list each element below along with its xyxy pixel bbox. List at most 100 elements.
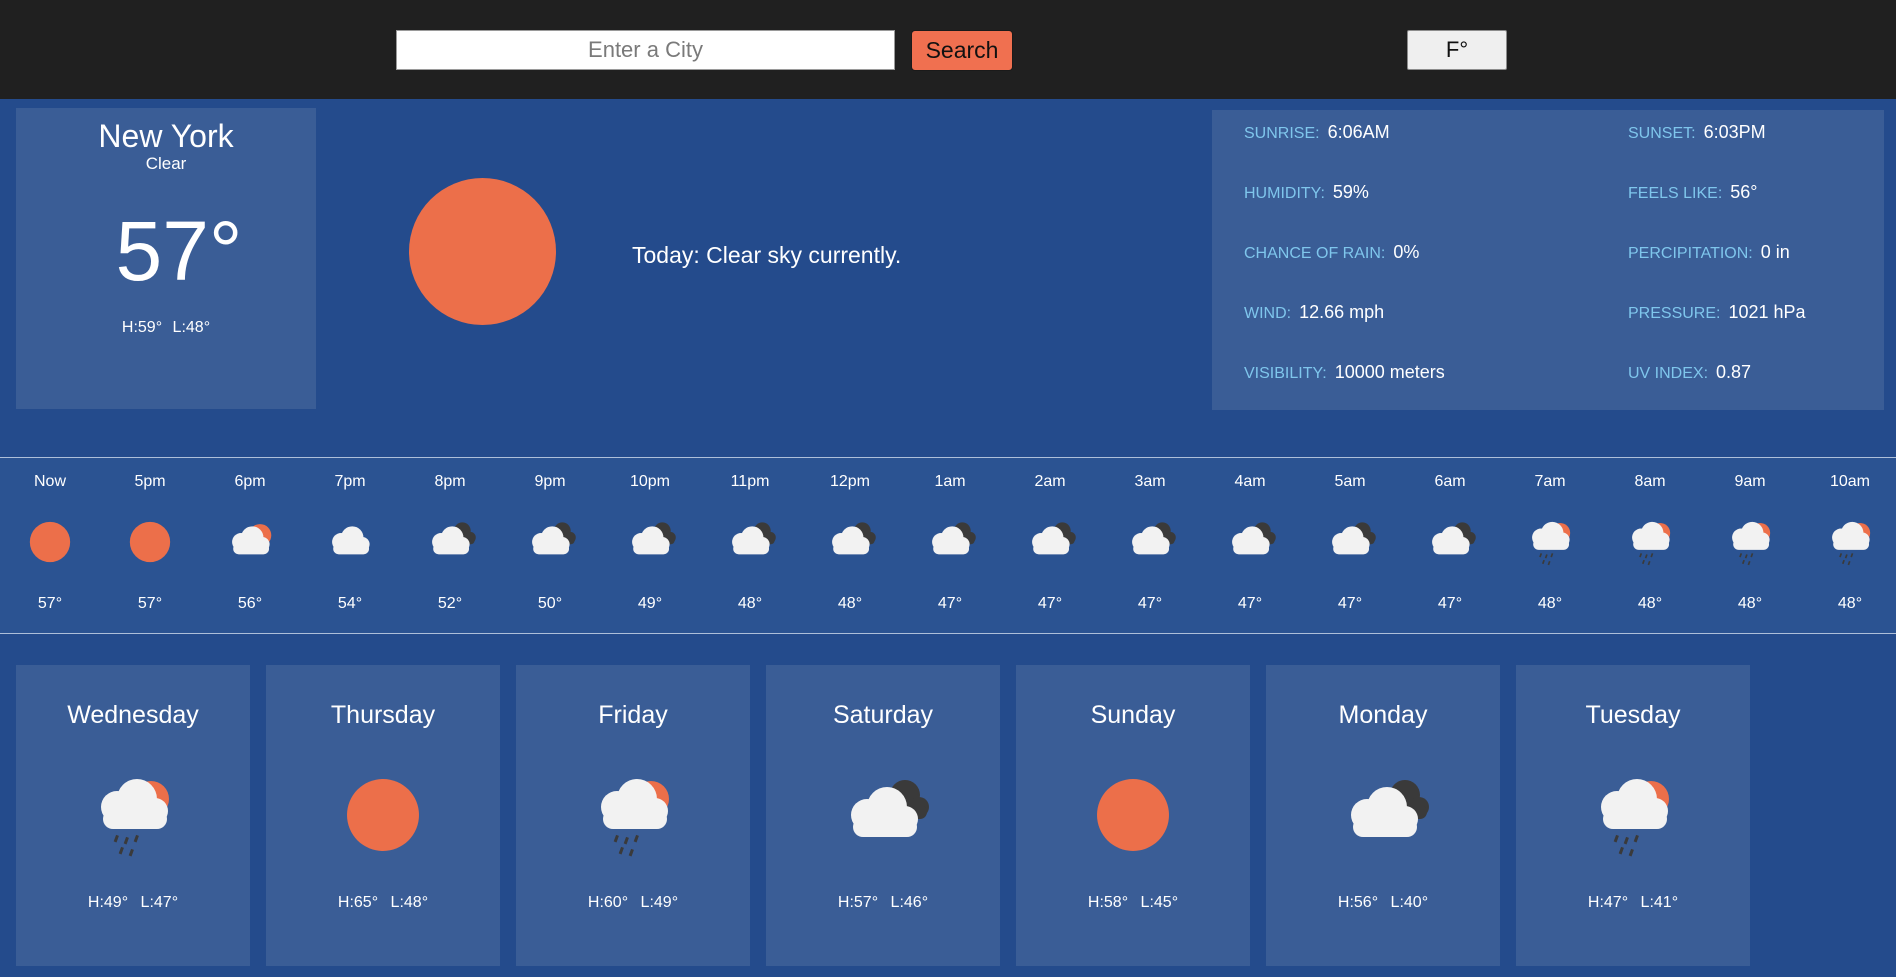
day-low: L:48° (390, 894, 429, 911)
detail-value: 10000 meters (1334, 362, 1445, 382)
hour-label: 3am (1134, 473, 1166, 490)
hourly-item: 4am 47° (1200, 458, 1300, 635)
day-high: H:49° (87, 894, 129, 911)
hour-label: 6pm (234, 473, 266, 490)
hourly-item: 6am 47° (1400, 458, 1500, 635)
hourly-item: 9pm 50° (500, 458, 600, 635)
sun-icon (22, 514, 78, 570)
day-high-low: H:60° L:49° (516, 894, 750, 912)
hour-temp: 48° (1637, 595, 1663, 612)
sun-rain-icon (1722, 514, 1778, 570)
detail-value: 12.66 mph (1299, 302, 1385, 322)
day-high: H:58° (1087, 894, 1129, 911)
hour-label: 7am (1534, 473, 1566, 490)
hour-temp: 48° (1737, 595, 1763, 612)
overcast-icon (1022, 514, 1078, 570)
detail-sunrise: SUNRISE: 6:06AM (1244, 122, 1390, 143)
detail-chance-of-rain: CHANCE OF RAIN: 0% (1244, 242, 1419, 263)
day-card-monday: Monday H:56° L:40° (1266, 665, 1500, 966)
day-name: Wednesday (67, 701, 199, 729)
sun-rain-icon (1583, 765, 1683, 865)
sun-icon (122, 514, 178, 570)
hourly-item: 8pm 52° (400, 458, 500, 635)
day-high-low: H:56° L:40° (1266, 894, 1500, 912)
detail-label: VISIBILITY: (1244, 365, 1327, 382)
city-search-input[interactable] (396, 30, 895, 70)
detail-label: UV INDEX: (1628, 365, 1709, 382)
detail-feels-like: FEELS LIKE: 56° (1628, 182, 1758, 203)
hour-label: 7pm (334, 473, 366, 490)
detail-percipitation: PERCIPITATION: 0 in (1628, 242, 1790, 263)
hour-temp: 47° (1337, 595, 1363, 612)
day-low: L:40° (1390, 894, 1429, 911)
hour-temp: 47° (1037, 595, 1063, 612)
hourly-item: 11pm 48° (700, 458, 800, 635)
hour-label: 8am (1634, 473, 1666, 490)
day-high: H:47° (1587, 894, 1629, 911)
detail-value: 0.87 (1716, 362, 1752, 382)
detail-value: 0% (1393, 242, 1420, 262)
unit-toggle-button[interactable]: F° (1407, 30, 1507, 70)
hour-temp: 52° (437, 595, 463, 612)
hour-label: Now (33, 473, 66, 490)
hour-temp: 48° (1537, 595, 1563, 612)
detail-value: 6:06AM (1327, 122, 1390, 142)
day-card-tuesday: Tuesday H:47° L:41° (1516, 665, 1750, 966)
overcast-icon (1322, 514, 1378, 570)
detail-label: CHANCE OF RAIN: (1244, 245, 1386, 262)
detail-label: SUNSET: (1628, 125, 1696, 142)
hour-temp: 47° (937, 595, 963, 612)
sun-icon (333, 765, 433, 865)
day-card-thursday: Thursday H:65° L:48° (266, 665, 500, 966)
hour-label: 11pm (730, 473, 770, 490)
detail-wind: WIND: 12.66 mph (1244, 302, 1384, 323)
overcast-icon (1422, 514, 1478, 570)
overcast-icon (833, 765, 933, 865)
weather-details-panel: SUNRISE: 6:06AM SUNSET: 6:03PM HUMIDITY: 59% F… (1212, 110, 1884, 410)
overcast-icon (522, 514, 578, 570)
hour-temp: 50° (537, 595, 563, 612)
sun-icon (1083, 765, 1183, 865)
day-low: L:47° (140, 894, 179, 911)
detail-label: HUMIDITY: (1244, 185, 1325, 202)
detail-label: WIND: (1244, 305, 1292, 322)
detail-uv-index: UV INDEX: 0.87 (1628, 362, 1751, 383)
day-high-low: H:65° L:48° (266, 894, 500, 912)
hour-temp: 57° (37, 595, 63, 612)
hour-temp: 48° (837, 595, 863, 612)
hourly-item: 3am 47° (1100, 458, 1200, 635)
hour-label: 5pm (134, 473, 166, 490)
overcast-icon (722, 514, 778, 570)
day-high-low: H:49° L:47° (16, 894, 250, 912)
hour-temp: 48° (1837, 595, 1863, 612)
detail-value: 59% (1332, 182, 1369, 202)
detail-label: PRESSURE: (1628, 305, 1721, 322)
detail-pressure: PRESSURE: 1021 hPa (1628, 302, 1806, 323)
hour-label: 1am (934, 473, 966, 490)
detail-value: 6:03PM (1703, 122, 1766, 142)
day-name: Monday (1338, 701, 1428, 729)
hour-label: 12pm (829, 473, 871, 490)
hourly-item: 1am 47° (900, 458, 1000, 635)
city-name: New York (98, 118, 234, 154)
hour-temp: 49° (637, 595, 663, 612)
hour-label: 10am (1829, 473, 1871, 490)
hourly-item: 9am 48° (1700, 458, 1800, 635)
day-high: H:60° (587, 894, 629, 911)
hour-temp: 56° (237, 595, 263, 612)
day-low: L:46° (890, 894, 929, 911)
hourly-item: 8am 48° (1600, 458, 1700, 635)
day-card-saturday: Saturday H:57° L:46° (766, 665, 1000, 966)
current-high-low: H:59° L:48° (16, 319, 316, 337)
sun-rain-icon (1822, 514, 1878, 570)
detail-label: FEELS LIKE: (1628, 185, 1723, 202)
day-high: H:65° (337, 894, 379, 911)
hourly-item: 10am 48° (1800, 458, 1896, 635)
search-button[interactable]: Search (911, 30, 1013, 71)
hour-label: 9am (1734, 473, 1766, 490)
current-high: H:59° (121, 319, 163, 336)
overcast-icon (622, 514, 678, 570)
day-high-low: H:58° L:45° (1016, 894, 1250, 912)
hourly-item: 10pm 49° (600, 458, 700, 635)
day-high-low: H:47° L:41° (1516, 894, 1750, 912)
